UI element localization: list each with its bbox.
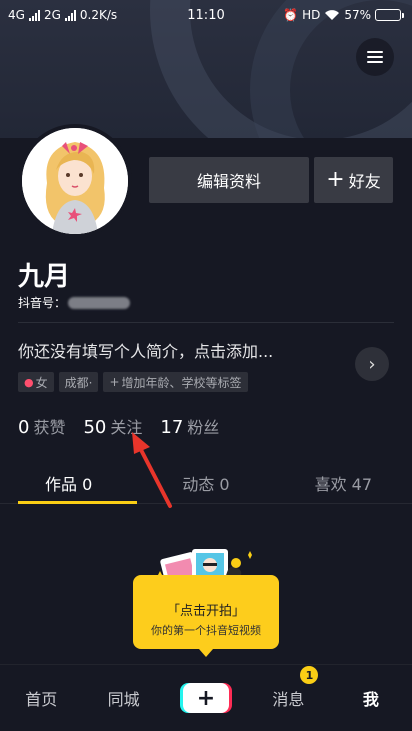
avatar-illustration xyxy=(22,128,128,234)
douyin-id-redacted xyxy=(68,296,131,309)
add-friend-label: 好友 xyxy=(348,172,381,191)
battery-icon xyxy=(375,9,404,21)
profile-tags: ● 女 成都· + 增加年龄、学校等标签 xyxy=(18,372,248,392)
promo-subtitle: 你的第一个抖音短视频 xyxy=(151,624,261,637)
bottom-nav: 首页 同城 + 消息 1 我 xyxy=(0,664,412,731)
battery-percent: 57% xyxy=(344,8,371,22)
bio-text[interactable]: 你还没有填写个人简介，点击添加... xyxy=(18,338,273,362)
stat-following-label: 关注 xyxy=(110,418,143,437)
plus-icon: + xyxy=(196,685,216,711)
status-bar: 4G 2G 0.2K/s 11:10 ⏰ HD 57% xyxy=(0,0,412,30)
nav-city[interactable]: 同城 xyxy=(82,686,164,710)
clock: 11:10 xyxy=(187,7,225,23)
publish-button[interactable]: + xyxy=(183,683,230,713)
tag-add-more-label: 增加年龄、学校等标签 xyxy=(121,375,242,390)
stat-following-value: 50 xyxy=(83,417,107,438)
hd-label: HD xyxy=(302,8,321,22)
tab-works[interactable]: 作品 0 xyxy=(0,462,138,504)
tag-add-more[interactable]: + 增加年龄、学校等标签 xyxy=(103,372,248,392)
plus-icon: + xyxy=(109,375,120,389)
profile-stats: 0 获赞 50 关注 17 粉丝 xyxy=(18,414,219,438)
hamburger-icon xyxy=(367,51,383,53)
tab-likes[interactable]: 喜欢 47 xyxy=(275,462,412,503)
stat-following[interactable]: 50 关注 xyxy=(83,414,142,438)
female-user-icon: ● xyxy=(24,375,34,389)
edit-profile-button[interactable]: 编辑资料 xyxy=(149,157,309,203)
alarm-icon: ⏰ xyxy=(283,8,299,22)
nav-publish[interactable]: + xyxy=(165,683,247,713)
tag-location-label: 成都· xyxy=(64,375,93,390)
network-speed: 0.2K/s xyxy=(79,8,118,22)
network-2g-label: 2G xyxy=(43,8,61,22)
signal-icon xyxy=(64,9,76,21)
tab-activity[interactable]: 动态 0 xyxy=(137,462,274,503)
tag-location[interactable]: 成都· xyxy=(58,372,99,392)
douyin-id-label: 抖音号： xyxy=(18,296,67,310)
stat-likes-value: 0 xyxy=(18,417,30,438)
notification-badge: 1 xyxy=(300,666,319,684)
stat-likes-label: 获赞 xyxy=(33,418,66,437)
douyin-id: 抖音号： xyxy=(18,294,131,311)
tag-gender-label: 女 xyxy=(35,375,48,390)
nav-me[interactable]: 我 xyxy=(330,686,412,710)
nav-messages[interactable]: 消息 1 xyxy=(247,666,329,710)
add-friend-button[interactable]: + 好友 xyxy=(314,157,393,203)
content-tabs: 作品 0 动态 0 喜欢 47 xyxy=(0,462,412,504)
start-shooting-tooltip[interactable]: 「点击开拍」 你的第一个抖音短视频 xyxy=(133,575,279,657)
tag-gender[interactable]: ● 女 xyxy=(18,372,54,392)
stat-followers-value: 17 xyxy=(160,417,184,438)
avatar[interactable] xyxy=(18,124,132,238)
signal-icon xyxy=(28,9,40,21)
chevron-right-icon[interactable]: › xyxy=(355,347,389,381)
promo-title: 「点击开拍」 xyxy=(166,604,245,619)
network-4g-label: 4G xyxy=(8,8,25,22)
wifi-icon xyxy=(325,10,340,20)
stat-followers-label: 粉丝 xyxy=(187,418,220,437)
nav-messages-label: 消息 xyxy=(272,690,305,709)
stat-likes[interactable]: 0 获赞 xyxy=(18,414,65,438)
plus-icon: + xyxy=(326,167,345,192)
nickname: 九月 xyxy=(18,262,71,292)
menu-button[interactable] xyxy=(356,38,394,76)
nav-home[interactable]: 首页 xyxy=(0,686,82,710)
divider xyxy=(18,322,394,323)
stat-followers[interactable]: 17 粉丝 xyxy=(160,414,219,438)
